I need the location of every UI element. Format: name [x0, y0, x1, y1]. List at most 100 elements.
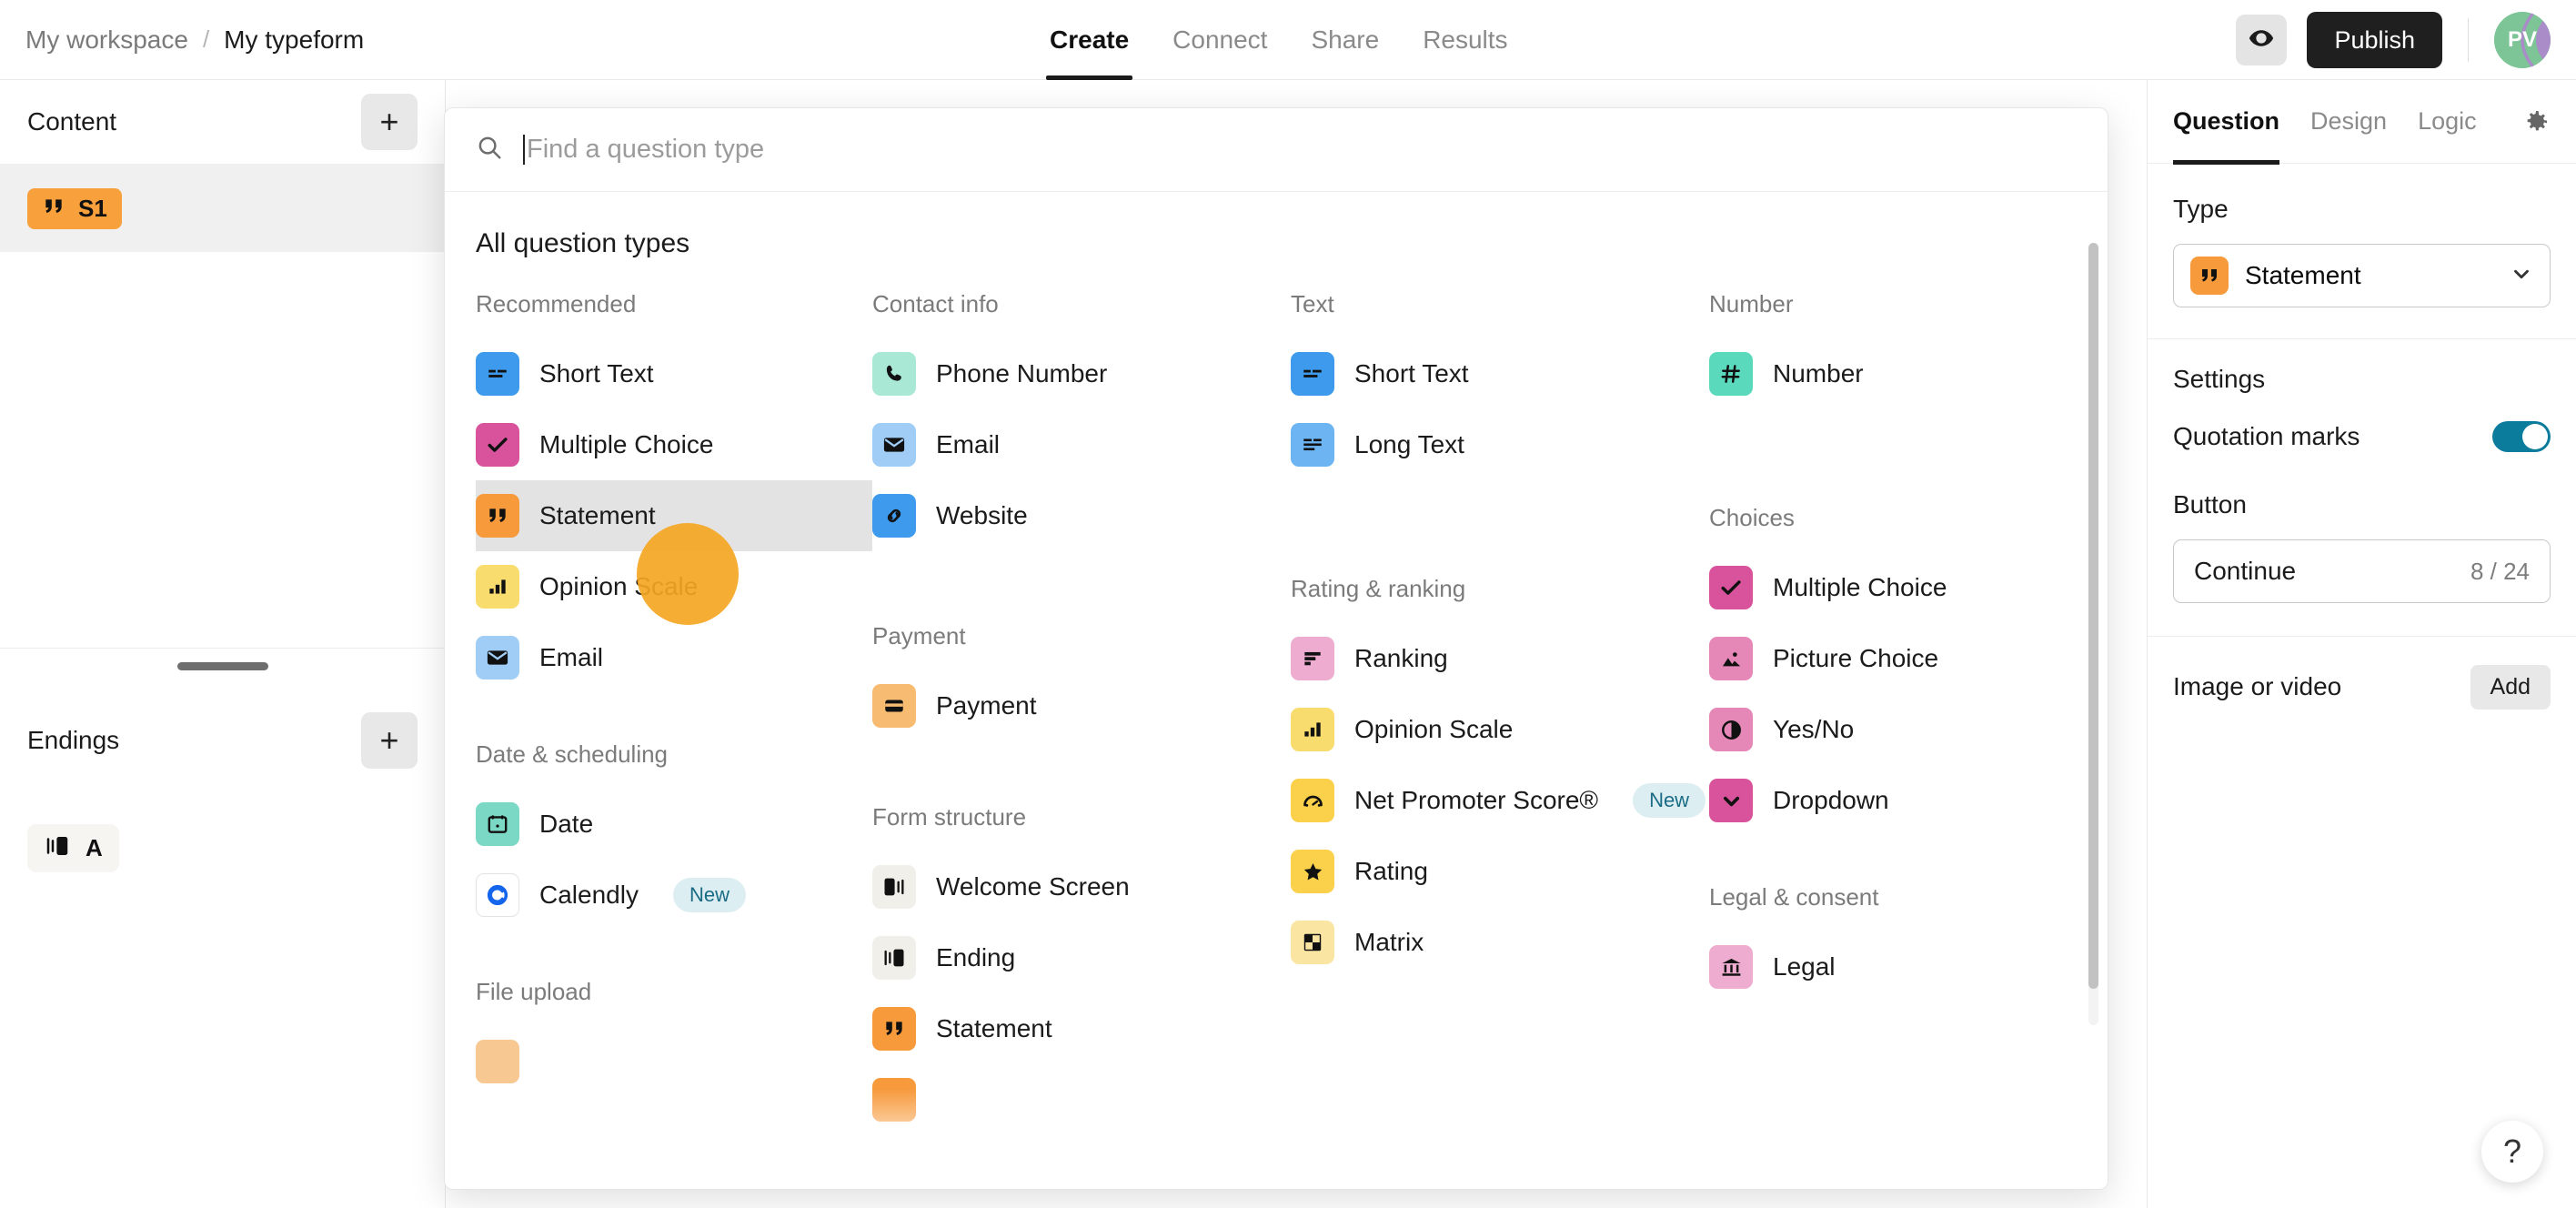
tab-connect[interactable]: Connect: [1169, 0, 1271, 80]
type-value: Statement: [2245, 261, 2361, 289]
scrollbar-thumb[interactable]: [2088, 243, 2098, 989]
search-input[interactable]: [523, 135, 2077, 165]
quote-icon: [872, 1007, 916, 1051]
question-type-calendly[interactable]: Calendly New: [476, 860, 872, 931]
question-type-picture-choice[interactable]: Picture Choice: [1709, 623, 2108, 694]
group-label: Date & scheduling: [476, 740, 669, 768]
preview-button[interactable]: [2236, 15, 2288, 65]
question-picker-scrollbar[interactable]: [2088, 243, 2098, 1025]
question-type-yes-no[interactable]: Yes/No: [1709, 694, 2108, 765]
eye-icon: [2248, 25, 2275, 56]
question-type-dropdown[interactable]: Dropdown: [1709, 765, 2108, 836]
tab-create[interactable]: Create: [1046, 0, 1133, 80]
button-label: Button: [2173, 490, 2247, 518]
tab-design[interactable]: Design: [2310, 80, 2387, 164]
tab-logic[interactable]: Logic: [2418, 80, 2477, 164]
group-label: Contact info: [872, 290, 999, 317]
question-type-email[interactable]: Email: [476, 622, 872, 693]
question-type-date[interactable]: Date: [476, 789, 872, 860]
question-type-rating[interactable]: Rating: [1291, 836, 1709, 907]
publish-button[interactable]: Publish: [2307, 12, 2442, 68]
question-type-multiple-choice[interactable]: Multiple Choice: [476, 409, 872, 480]
question-type-opinion-scale[interactable]: Opinion Scale: [1291, 694, 1709, 765]
sidebar-divider: [0, 648, 445, 649]
group-label: Form structure: [872, 803, 1027, 830]
group-choices: Choices Multiple Choice Picture Choice Y…: [1709, 504, 2108, 836]
group-legal-consent: Legal & consent Legal: [1709, 883, 2108, 1002]
question-type-label: Opinion Scale: [539, 572, 699, 600]
check-icon: [476, 423, 519, 467]
column-contact-info: Contact info Phone Number Email Website …: [872, 290, 1291, 1183]
breadcrumb-form-title[interactable]: My typeform: [224, 25, 364, 55]
question-type-opinion-scale[interactable]: Opinion Scale: [476, 551, 872, 622]
question-type-website[interactable]: Website: [872, 480, 1291, 551]
phone-icon: [872, 352, 916, 396]
question-type-short-text[interactable]: Short Text: [1291, 338, 1709, 409]
question-type-label: Phone Number: [936, 359, 1108, 388]
group-label: File upload: [476, 978, 592, 1005]
question-type-label: Net Promoter Score®: [1354, 786, 1599, 814]
image-or-video-row: Image or video Add: [2148, 653, 2576, 720]
button-text-field[interactable]: Continue 8 / 24: [2173, 539, 2551, 603]
question-type-label: Ranking: [1354, 644, 1448, 672]
gear-icon[interactable]: [2521, 107, 2551, 136]
question-type-matrix[interactable]: Matrix: [1291, 907, 1709, 978]
question-type-short-text[interactable]: Short Text: [476, 338, 872, 409]
question-type-ranking[interactable]: Ranking: [1291, 623, 1709, 694]
group-contact-info: Contact info Phone Number Email Website: [872, 290, 1291, 551]
endings-title: Endings: [27, 726, 120, 754]
tab-share[interactable]: Share: [1307, 0, 1383, 80]
type-select[interactable]: Statement: [2173, 244, 2551, 307]
list-item[interactable]: A: [0, 804, 445, 891]
tab-question[interactable]: Question: [2173, 80, 2280, 165]
add-ending-button[interactable]: +: [361, 712, 418, 769]
credit-card-icon: [872, 684, 916, 728]
sidebar-resize-handle[interactable]: [176, 662, 268, 670]
bar-chart-icon: [1291, 708, 1334, 751]
question-type-label: Statement: [936, 1014, 1052, 1042]
gauge-icon: [1291, 779, 1334, 822]
question-type-ending[interactable]: Ending: [872, 922, 1291, 993]
tab-results[interactable]: Results: [1419, 0, 1511, 80]
group-form-structure: Form structure Welcome Screen Ending Sta…: [872, 803, 1291, 1135]
quote-icon: [476, 494, 519, 538]
avatar[interactable]: PV: [2494, 12, 2551, 68]
panel-divider: [2148, 636, 2576, 637]
question-type-label: Multiple Choice: [1773, 573, 1947, 601]
question-type-partial-row[interactable]: [872, 1064, 1291, 1135]
question-type-label: Email: [936, 430, 1001, 458]
toolbar-divider: [2468, 18, 2469, 62]
new-badge: New: [672, 878, 746, 912]
question-type-phone-number[interactable]: Phone Number: [872, 338, 1291, 409]
quote-icon: [2190, 257, 2229, 295]
main-nav-tabs: Create Connect Share Results: [1046, 0, 1512, 80]
help-button[interactable]: ?: [2481, 1121, 2543, 1183]
question-type-statement[interactable]: Statement: [872, 993, 1291, 1064]
question-type-legal[interactable]: Legal: [1709, 931, 2108, 1002]
quotation-marks-toggle[interactable]: [2492, 421, 2551, 452]
calendar-icon: [476, 802, 519, 846]
question-type-payment[interactable]: Payment: [872, 670, 1291, 741]
question-type-label: Ending: [936, 943, 1016, 971]
add-media-button[interactable]: Add: [2470, 664, 2551, 710]
settings-section: Settings: [2148, 339, 2576, 394]
question-type-statement[interactable]: Statement: [445, 480, 1236, 551]
breadcrumb-workspace[interactable]: My workspace: [25, 25, 188, 55]
question-type-net-promoter-score[interactable]: Net Promoter Score® New: [1291, 765, 1709, 836]
question-type-file-upload[interactable]: [476, 1026, 872, 1097]
long-text-icon: [1291, 423, 1334, 467]
all-question-types-heading: All question types: [476, 228, 690, 258]
group-label: Legal & consent: [1709, 883, 1879, 911]
add-content-button[interactable]: +: [361, 94, 418, 150]
question-type-long-text[interactable]: Long Text: [1291, 409, 1709, 480]
question-type-email[interactable]: Email: [872, 409, 1291, 480]
question-type-welcome-screen[interactable]: Welcome Screen: [872, 851, 1291, 922]
question-type-number[interactable]: Number: [1709, 338, 2108, 409]
search-icon: [476, 134, 503, 166]
list-item[interactable]: S1: [0, 165, 445, 252]
question-type-label: Number: [1773, 359, 1864, 388]
typeform-editor: My workspace / My typeform Create Connec…: [0, 0, 2576, 1208]
question-type-label: Payment: [936, 691, 1037, 720]
question-type-multiple-choice[interactable]: Multiple Choice: [1709, 552, 2108, 623]
question-type-label: Statement: [539, 501, 656, 529]
